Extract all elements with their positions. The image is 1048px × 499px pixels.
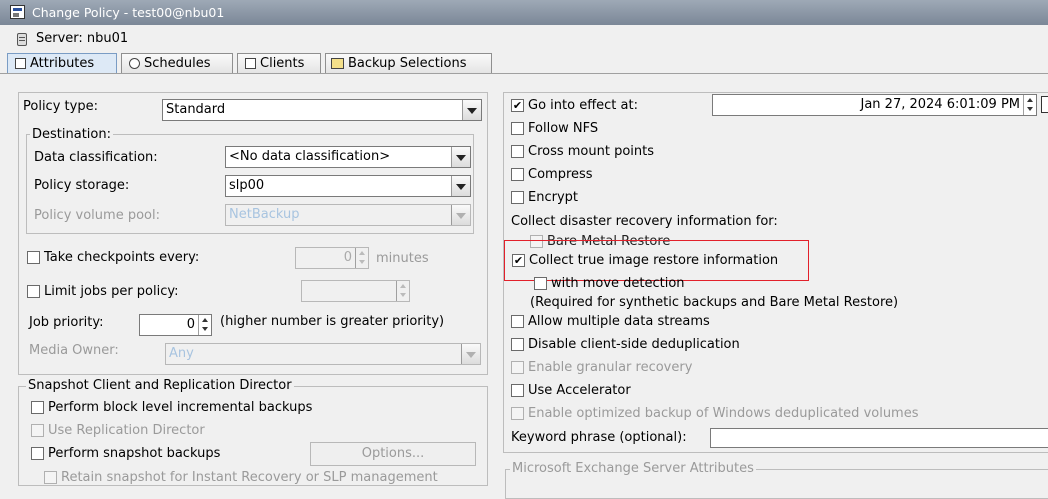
chevron-down-icon[interactable]	[451, 176, 470, 196]
policy-type-value: Standard	[166, 102, 226, 117]
follow-nfs-checkbox[interactable]	[511, 122, 524, 135]
replication-director-checkbox	[31, 424, 44, 437]
checkpoints-label: Take checkpoints every:	[44, 250, 200, 265]
keyword-input[interactable]	[710, 428, 1048, 448]
policy-storage-label: Policy storage:	[34, 178, 130, 193]
data-classification-label: Data classification:	[34, 150, 158, 165]
go-into-effect-datetime[interactable]: Jan 27, 2024 6:01:09 PM	[712, 94, 1037, 116]
policy-type-label: Policy type:	[23, 99, 98, 114]
tab-backup-selections-label: Backup Selections	[348, 56, 467, 71]
go-into-effect-value: Jan 27, 2024 6:01:09 PM	[860, 97, 1021, 112]
true-image-checkbox[interactable]: ✔	[512, 254, 525, 267]
server-label: Server: nbu01	[36, 31, 129, 46]
snapshot-backups-label: Perform snapshot backups	[48, 446, 221, 461]
options-button: Options...	[310, 442, 476, 466]
volume-pool-label: Policy volume pool:	[34, 208, 160, 223]
move-detection-label: with move detection	[551, 276, 685, 291]
granular-label: Enable granular recovery	[528, 360, 693, 375]
true-image-label: Collect true image restore information	[529, 253, 779, 268]
media-owner-value: Any	[169, 346, 194, 361]
volume-pool-value: NetBackup	[229, 207, 300, 222]
schedules-icon	[129, 58, 140, 69]
required-note: (Required for synthetic backups and Bare…	[530, 295, 899, 310]
keyword-label: Keyword phrase (optional):	[511, 430, 687, 445]
policy-type-select[interactable]: Standard	[162, 99, 482, 121]
window-title: Change Policy - test00@nbu01	[32, 5, 225, 20]
optimized-backup-checkbox	[511, 407, 524, 420]
server-icon	[17, 33, 27, 46]
replication-director-label: Use Replication Director	[48, 423, 205, 438]
tab-attributes[interactable]: Attributes	[7, 53, 117, 74]
disable-dedup-label: Disable client-side deduplication	[528, 337, 740, 352]
media-owner-label: Media Owner:	[29, 343, 119, 358]
data-classification-value: <No data classification>	[229, 149, 391, 164]
volume-pool-select: NetBackup	[225, 204, 471, 226]
chevron-down-icon	[451, 205, 470, 225]
encrypt-label: Encrypt	[528, 190, 578, 205]
checkpoints-value: 0	[343, 250, 352, 265]
snapshot-backups-checkbox[interactable]	[31, 447, 44, 460]
spinner-arrows-icon	[396, 281, 409, 301]
retain-snapshot-label: Retain snapshot for Instant Recovery or …	[61, 470, 438, 485]
limit-jobs-label: Limit jobs per policy:	[44, 284, 179, 299]
follow-nfs-label: Follow NFS	[528, 121, 599, 136]
app-window-icon	[10, 5, 25, 19]
compress-label: Compress	[528, 167, 593, 182]
policy-storage-select[interactable]: slp00	[225, 175, 471, 197]
job-priority-spinner[interactable]: 0	[139, 314, 212, 336]
collect-dr-label: Collect disaster recovery information fo…	[511, 214, 778, 229]
granular-checkbox	[511, 361, 524, 374]
tab-strip: Attributes Schedules Clients Backup Sele…	[7, 53, 1048, 74]
tab-clients[interactable]: Clients	[237, 53, 321, 74]
optimized-backup-label: Enable optimized backup of Windows dedup…	[528, 406, 919, 421]
go-into-effect-label: Go into effect at:	[528, 98, 638, 113]
spinner-arrows-icon[interactable]	[1023, 95, 1036, 115]
encrypt-checkbox[interactable]	[511, 191, 524, 204]
checkpoints-spinner: 0	[295, 247, 369, 269]
cross-mount-label: Cross mount points	[528, 144, 655, 159]
calendar-icon[interactable]	[1041, 96, 1048, 113]
cross-mount-checkbox[interactable]	[511, 145, 524, 158]
job-priority-value: 0	[186, 317, 195, 332]
multiple-streams-checkbox[interactable]	[511, 315, 524, 328]
compress-checkbox[interactable]	[511, 168, 524, 181]
block-level-label: Perform block level incremental backups	[48, 400, 313, 415]
exchange-title: Microsoft Exchange Server Attributes	[510, 461, 756, 476]
accelerator-checkbox[interactable]	[511, 384, 524, 397]
multiple-streams-label: Allow multiple data streams	[528, 314, 710, 329]
policy-storage-value: slp00	[229, 178, 265, 193]
title-bar: Change Policy - test00@nbu01	[0, 0, 1048, 25]
tab-separator	[0, 73, 1048, 74]
attributes-icon	[15, 58, 26, 69]
tab-attributes-label: Attributes	[30, 56, 95, 71]
tab-clients-label: Clients	[260, 56, 305, 71]
snapshot-title: Snapshot Client and Replication Director	[26, 378, 294, 393]
chevron-down-icon[interactable]	[451, 147, 470, 167]
destination-title: Destination:	[30, 127, 113, 142]
server-bar: Server: nbu01	[0, 25, 1048, 53]
backup-selections-icon	[331, 58, 344, 69]
accelerator-label: Use Accelerator	[528, 383, 631, 398]
data-classification-select[interactable]: <No data classification>	[225, 146, 471, 168]
spinner-arrows-icon[interactable]	[198, 315, 211, 335]
limit-jobs-spinner	[301, 280, 410, 302]
chevron-down-icon[interactable]	[462, 100, 481, 120]
spinner-arrows-icon	[355, 248, 368, 268]
job-priority-hint: (higher number is greater priority)	[220, 314, 445, 329]
go-into-effect-checkbox[interactable]: ✔	[511, 99, 524, 112]
checkpoints-checkbox[interactable]	[27, 251, 40, 264]
tab-schedules-label: Schedules	[144, 56, 211, 71]
block-level-checkbox[interactable]	[31, 401, 44, 414]
job-priority-label: Job priority:	[29, 315, 104, 330]
move-detection-checkbox[interactable]	[534, 277, 547, 290]
tab-schedules[interactable]: Schedules	[121, 53, 233, 74]
retain-snapshot-checkbox	[44, 471, 57, 484]
disable-dedup-checkbox[interactable]	[511, 338, 524, 351]
tab-backup-selections[interactable]: Backup Selections	[325, 53, 492, 74]
clients-icon	[245, 58, 256, 69]
limit-jobs-checkbox[interactable]	[27, 285, 40, 298]
checkpoints-unit: minutes	[376, 251, 429, 266]
media-owner-select: Any	[165, 343, 481, 365]
chevron-down-icon	[461, 344, 480, 364]
